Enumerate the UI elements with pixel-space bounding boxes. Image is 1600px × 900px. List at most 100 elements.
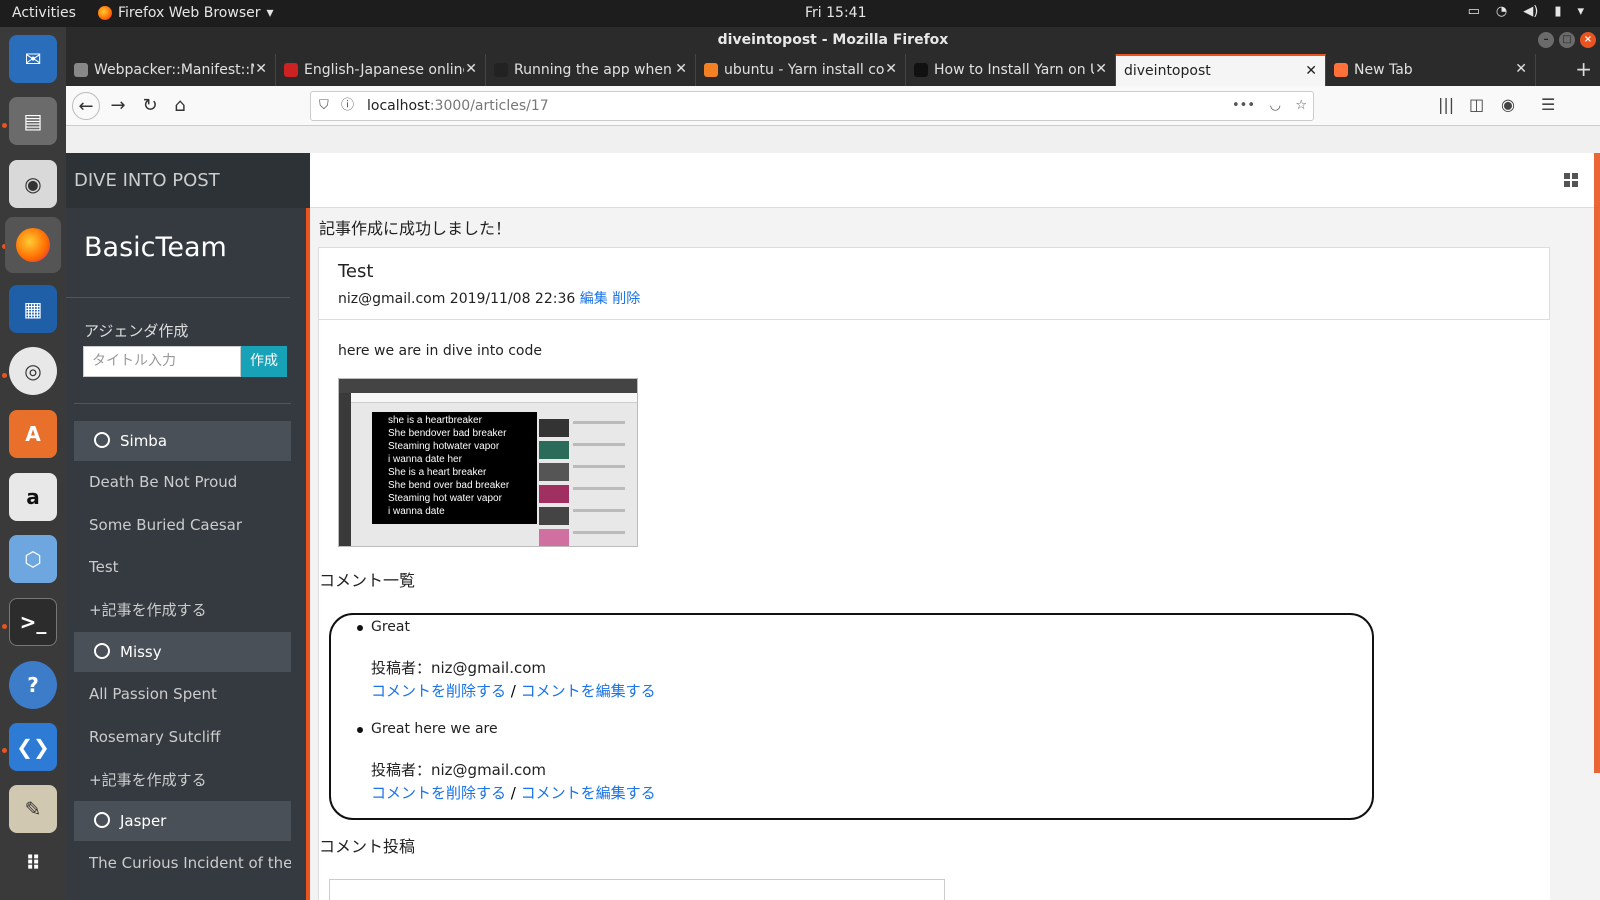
article-link[interactable]: Test (89, 558, 291, 576)
related-videos (539, 409, 634, 546)
running-indicator (2, 748, 7, 753)
activities-button[interactable]: Activities (12, 5, 76, 21)
comment-actions: コメントを削除する / コメントを編集する (371, 782, 656, 803)
volume-icon[interactable]: ◀) (1523, 4, 1538, 19)
clock[interactable]: Fri 15:41 (805, 5, 866, 21)
shield-icon[interactable]: ⛉ (319, 92, 329, 120)
files-icon[interactable]: ▤ (9, 97, 57, 145)
article-link[interactable]: Some Buried Caesar (89, 516, 291, 534)
comment-form-heading: コメント投稿 (319, 837, 416, 856)
chevron-down-icon[interactable]: ▾ (1577, 4, 1584, 19)
star-icon[interactable]: ☆ (1295, 92, 1307, 120)
edit-comment-link[interactable]: コメントを編集する (521, 682, 656, 700)
add-article-link[interactable]: +記事を作成する (89, 769, 291, 790)
bullet-icon (357, 727, 363, 733)
tab-close-icon[interactable]: ✕ (1515, 61, 1527, 77)
forward-button[interactable]: → (104, 92, 132, 120)
tab-close-icon[interactable]: ✕ (1305, 63, 1317, 79)
browser-tab[interactable]: diveintopost ✕ (1116, 54, 1326, 86)
separator: / (506, 682, 521, 700)
menu-icon[interactable]: ☰ (1541, 95, 1555, 114)
battery-icon[interactable]: ▮ (1554, 4, 1561, 19)
agenda-title-input[interactable]: タイトル入力 (83, 346, 241, 377)
circle-icon (94, 643, 110, 659)
wifi-icon[interactable]: ◔ (1496, 4, 1507, 19)
article-link[interactable]: Death Be Not Proud (89, 473, 291, 491)
help-icon[interactable]: ? (9, 661, 57, 709)
comment-textarea[interactable] (329, 879, 945, 900)
new-tab-button[interactable]: + (1575, 57, 1592, 81)
agenda-item[interactable]: Simba (74, 421, 291, 461)
agenda-label: アジェンダ作成 (84, 322, 189, 340)
browser-tab[interactable]: New Tab ✕ (1326, 54, 1536, 86)
comments-heading: コメント一覧 (319, 571, 416, 590)
page-content: DIVE INTO POST BasicTeam アジェンダ作成 タイトル入力 … (66, 153, 1600, 900)
tab-close-icon[interactable]: ✕ (465, 61, 477, 77)
browser-tab[interactable]: English-Japanese online ✕ (276, 54, 486, 86)
article-link[interactable]: All Passion Spent (89, 685, 291, 703)
close-window-button[interactable]: × (1580, 32, 1596, 48)
pocket-icon[interactable]: ◡ (1270, 92, 1281, 120)
account-icon[interactable]: ◉ (1501, 95, 1515, 114)
firefox-dock-icon[interactable] (5, 217, 61, 273)
delete-comment-link[interactable]: コメントを削除する (371, 784, 506, 802)
thunderbird-icon[interactable]: ✉ (9, 35, 57, 83)
url-bar[interactable]: ⛉ ⓘ localhost:3000/articles/17 ••• ◡ ☆ (310, 91, 1314, 121)
delete-article-link[interactable]: 削除 (612, 291, 640, 307)
software-center-icon[interactable]: A (9, 410, 57, 458)
back-button[interactable]: ← (72, 92, 100, 120)
comment-list: Great 投稿者：niz@gmail.com コメントを削除する / コメント… (329, 613, 1374, 820)
rhythmbox-icon[interactable]: ◉ (9, 160, 57, 208)
screen-icon[interactable]: ▭ (1468, 4, 1480, 19)
writer-icon[interactable]: ▦ (9, 285, 57, 333)
article-link[interactable]: Rosemary Sutcliff (89, 728, 291, 746)
app-menu[interactable]: Firefox Web Browser ▾ (98, 5, 274, 21)
sidebar-icon[interactable]: ◫ (1469, 95, 1484, 114)
tab-close-icon[interactable]: ✕ (1095, 61, 1107, 77)
minimize-button[interactable]: – (1538, 32, 1554, 48)
virtualbox-icon[interactable]: ⬡ (9, 535, 57, 583)
grid-icon[interactable] (1564, 173, 1578, 187)
edit-comment-link[interactable]: コメントを編集する (521, 784, 656, 802)
info-icon[interactable]: ⓘ (341, 92, 354, 120)
agenda-name: Jasper (120, 812, 167, 830)
chrome-icon[interactable]: ◎ (9, 347, 57, 395)
maximize-button[interactable]: □ (1559, 32, 1575, 48)
brand-link[interactable]: DIVE INTO POST (66, 153, 310, 208)
delete-comment-link[interactable]: コメントを削除する (371, 682, 506, 700)
browser-tab[interactable]: How to Install Yarn on U ✕ (906, 54, 1116, 86)
show-apps-icon[interactable]: ⠿ (9, 839, 57, 887)
tab-strip: Webpacker::Manifest::Mis✕English-Japanes… (66, 54, 1600, 86)
library-icon[interactable]: ||| (1438, 95, 1454, 114)
more-icon[interactable]: ••• (1232, 92, 1255, 120)
flash-message: 記事作成に成功しました！ (319, 219, 512, 238)
team-name[interactable]: BasicTeam (66, 208, 290, 298)
tab-close-icon[interactable]: ✕ (885, 61, 897, 77)
add-article-link[interactable]: +記事を作成する (89, 599, 291, 620)
page-scrollbar[interactable] (1594, 153, 1600, 773)
terminal-icon[interactable]: >_ (9, 598, 57, 646)
comment-actions: コメントを削除する / コメントを編集する (371, 680, 656, 701)
browser-tab[interactable]: Webpacker::Manifest::Mis✕ (66, 54, 276, 86)
lyrics-line: i wanna date her (388, 454, 462, 465)
agenda-create-button[interactable]: 作成 (241, 346, 287, 377)
bullet-icon (357, 625, 363, 631)
reload-button[interactable]: ↻ (136, 92, 164, 120)
amazon-icon[interactable]: a (9, 473, 57, 521)
system-tray[interactable]: ▭ ◔ ◀) ▮ ▾ (1468, 4, 1584, 19)
article-link[interactable]: The Curious Incident of the Dog (89, 854, 291, 872)
tab-favicon-icon (494, 63, 508, 77)
tab-close-icon[interactable]: ✕ (255, 61, 267, 77)
home-button[interactable]: ⌂ (166, 92, 194, 120)
tab-label: diveintopost (1124, 63, 1211, 79)
tab-close-icon[interactable]: ✕ (675, 61, 687, 77)
browser-tab[interactable]: ubuntu - Yarn install co ✕ (696, 54, 906, 86)
agenda-item[interactable]: Missy (74, 632, 291, 672)
browser-tab[interactable]: Running the app when y ✕ (486, 54, 696, 86)
agenda-item[interactable]: Jasper (74, 801, 291, 841)
text-editor-icon[interactable]: ✎ (9, 785, 57, 833)
lyrics-line: Steaming hot water vapor (388, 493, 502, 504)
tab-favicon-icon (74, 63, 88, 77)
vscode-icon[interactable]: ❮❯ (9, 723, 57, 771)
edit-article-link[interactable]: 編集 (580, 291, 608, 307)
